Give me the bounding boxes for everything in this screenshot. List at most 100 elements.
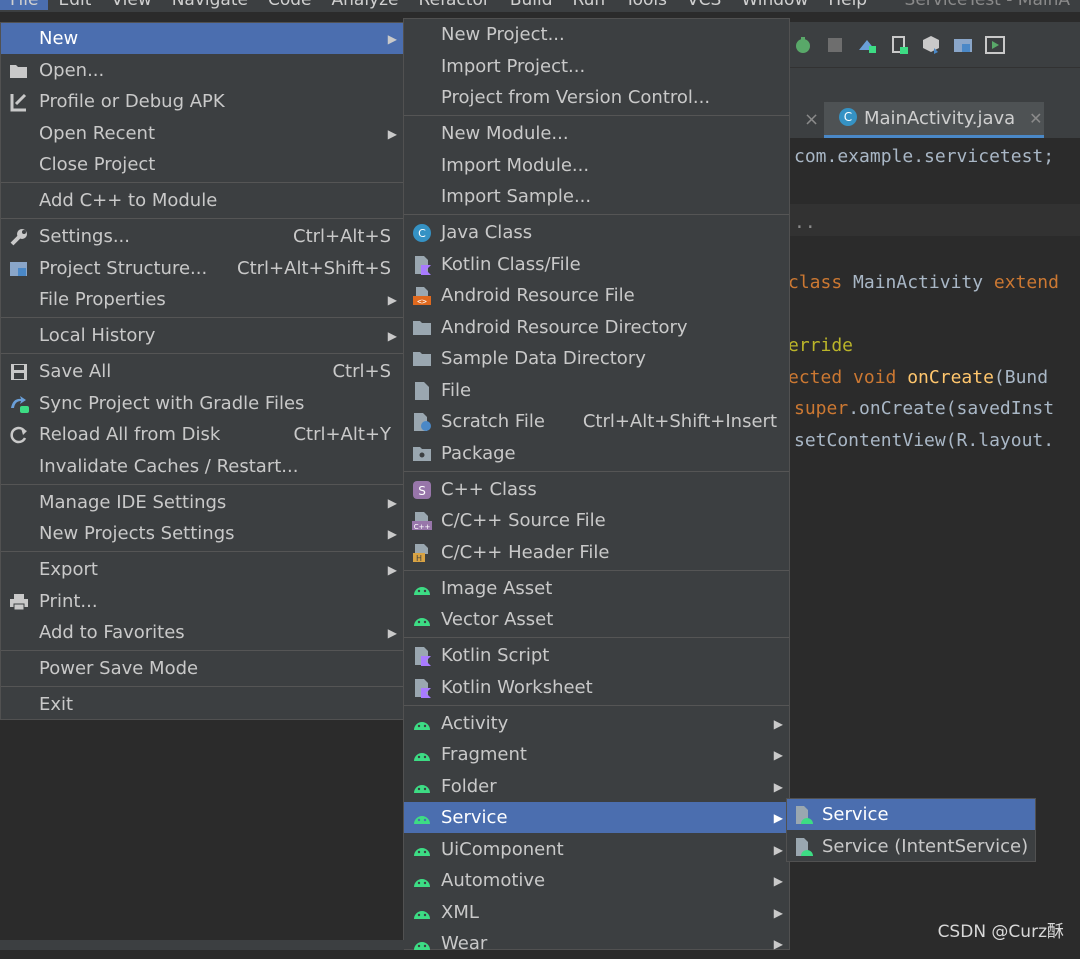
file-project-structure[interactable]: Project Structure... Ctrl+Alt+Shift+S: [1, 253, 403, 284]
new-xml[interactable]: XML ▶: [404, 897, 789, 928]
file-export[interactable]: Export ▶: [1, 554, 403, 585]
new-project[interactable]: New Project...: [404, 19, 789, 50]
menu-analyze[interactable]: Analyze: [322, 0, 409, 10]
menu-view[interactable]: View: [101, 0, 161, 10]
android-icon: [412, 579, 432, 599]
submenu-arrow-icon: ▶: [387, 495, 397, 510]
svg-text:H: H: [416, 554, 422, 563]
file-reload-disk[interactable]: Reload All from Disk Ctrl+Alt+Y: [1, 419, 403, 450]
submenu-arrow-icon: ▶: [387, 562, 397, 577]
file-open-recent[interactable]: Open Recent ▶: [1, 118, 403, 149]
menu-help[interactable]: Help: [818, 0, 877, 10]
submenu-arrow-icon: ▶: [773, 779, 783, 794]
new-fragment[interactable]: Fragment ▶: [404, 739, 789, 770]
file-close-project[interactable]: Close Project: [1, 149, 403, 180]
new-service[interactable]: Service ▶: [404, 802, 789, 833]
file-sync-gradle[interactable]: Sync Project with Gradle Files: [1, 388, 403, 419]
menu-separator: [1, 650, 403, 651]
import-sample[interactable]: Import Sample...: [404, 181, 789, 212]
new-cpp-header[interactable]: H C/C++ Header File: [404, 537, 789, 568]
new-scratch-file[interactable]: Scratch File Ctrl+Alt+Shift+Insert: [404, 406, 789, 437]
code-line: erride: [788, 335, 854, 356]
new-wear[interactable]: Wear ▶: [404, 928, 789, 959]
stop-icon[interactable]: [824, 34, 846, 56]
file-power-save[interactable]: Power Save Mode: [1, 653, 403, 684]
menu-separator: [404, 637, 789, 638]
sdk-manager-icon[interactable]: [920, 34, 942, 56]
new-folder[interactable]: Folder ▶: [404, 771, 789, 802]
code-line: ected void onCreate(Bund: [788, 367, 1049, 388]
file-add-cpp[interactable]: Add C++ to Module: [1, 185, 403, 216]
svg-text:C: C: [844, 110, 852, 124]
android-icon: [412, 808, 432, 828]
project-from-vcs[interactable]: Project from Version Control...: [404, 82, 789, 113]
file-invalidate-caches[interactable]: Invalidate Caches / Restart...: [1, 451, 403, 482]
file-save-all[interactable]: Save All Ctrl+S: [1, 356, 403, 387]
new-vector-asset[interactable]: Vector Asset: [404, 604, 789, 635]
run-anything-icon[interactable]: [984, 34, 1006, 56]
code-line: class MainActivity extend: [788, 272, 1059, 293]
submenu-arrow-icon: ▶: [387, 292, 397, 307]
menu-separator: [404, 471, 789, 472]
new-kotlin-worksheet[interactable]: Kotlin Worksheet: [404, 672, 789, 703]
import-module[interactable]: Import Module...: [404, 150, 789, 181]
new-uicomponent[interactable]: UiComponent ▶: [404, 834, 789, 865]
service-intentservice[interactable]: Service (IntentService): [787, 831, 1035, 862]
new-java-class[interactable]: C Java Class: [404, 217, 789, 248]
submenu-arrow-icon: ▶: [387, 126, 397, 141]
new-android-resource-dir[interactable]: Android Resource Directory: [404, 312, 789, 343]
menu-build[interactable]: Build: [500, 0, 563, 10]
file-exit[interactable]: Exit: [1, 689, 403, 720]
file-settings[interactable]: Settings... Ctrl+Alt+S: [1, 221, 403, 252]
new-cpp-source[interactable]: C++ C/C++ Source File: [404, 505, 789, 536]
menu-window[interactable]: Window: [731, 0, 818, 10]
menu-tools[interactable]: Tools: [615, 0, 677, 10]
file-open[interactable]: Open...: [1, 55, 403, 86]
tool-window-bar: [0, 940, 404, 950]
menu-run[interactable]: Run: [563, 0, 616, 10]
new-submenu: New Project... Import Project... Project…: [403, 18, 790, 954]
file-properties[interactable]: File Properties ▶: [1, 284, 403, 315]
file-profile-apk[interactable]: Profile or Debug APK: [1, 86, 403, 117]
project-structure-icon[interactable]: [952, 34, 974, 56]
watermark: CSDN @Curz酥: [937, 922, 1064, 942]
menu-separator: [1, 353, 403, 354]
file-add-favorites[interactable]: Add to Favorites ▶: [1, 617, 403, 648]
new-activity[interactable]: Activity ▶: [404, 708, 789, 739]
menu-file[interactable]: File: [0, 0, 49, 10]
android-file-icon: [793, 805, 813, 825]
file-icon: [412, 381, 432, 401]
menu-code[interactable]: Code: [258, 0, 322, 10]
menu-vcs[interactable]: VCS: [677, 0, 731, 10]
new-cpp-class[interactable]: S C++ Class: [404, 474, 789, 505]
tab-mainactivity[interactable]: C MainActivity.java ✕: [824, 102, 1044, 138]
menu-edit[interactable]: Edit: [48, 0, 101, 10]
new-android-resource-file[interactable]: <> Android Resource File: [404, 280, 789, 311]
service-service[interactable]: Service: [787, 799, 1035, 830]
java-class-icon: C: [838, 107, 858, 131]
debug-icon[interactable]: [792, 34, 814, 56]
new-sample-data-dir[interactable]: Sample Data Directory: [404, 343, 789, 374]
file-manage-ide-settings[interactable]: Manage IDE Settings ▶: [1, 487, 403, 518]
new-file[interactable]: File: [404, 375, 789, 406]
navigation-bar: [788, 68, 1080, 102]
menu-separator: [1, 317, 403, 318]
apply-changes-icon[interactable]: [856, 34, 878, 56]
new-kotlin-script[interactable]: Kotlin Script: [404, 640, 789, 671]
file-print[interactable]: Print...: [1, 586, 403, 617]
close-icon[interactable]: ×: [804, 109, 819, 130]
import-project[interactable]: Import Project...: [404, 51, 789, 82]
code-line: ..: [794, 212, 816, 233]
device-manager-icon[interactable]: [888, 34, 910, 56]
menu-refactor[interactable]: Refactor: [409, 0, 500, 10]
new-image-asset[interactable]: Image Asset: [404, 573, 789, 604]
new-kotlin-class[interactable]: Kotlin Class/File: [404, 249, 789, 280]
file-local-history[interactable]: Local History ▶: [1, 320, 403, 351]
file-new-projects-settings[interactable]: New Projects Settings ▶: [1, 518, 403, 549]
new-automotive[interactable]: Automotive ▶: [404, 865, 789, 896]
menu-navigate[interactable]: Navigate: [162, 0, 258, 10]
new-module[interactable]: New Module...: [404, 118, 789, 149]
close-icon[interactable]: ✕: [1029, 109, 1042, 128]
new-package[interactable]: Package: [404, 438, 789, 469]
file-new[interactable]: New ▶: [1, 23, 403, 54]
